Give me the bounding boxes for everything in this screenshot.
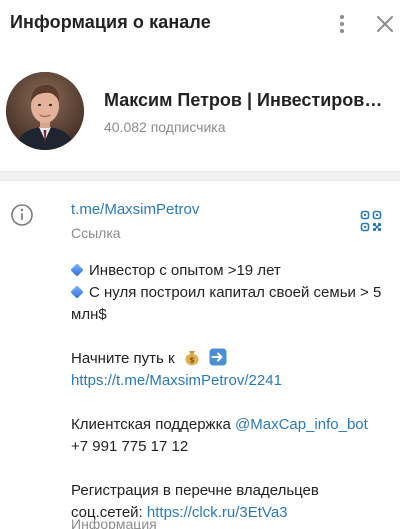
channel-name: Максим Петров | Инвестиров…	[104, 90, 383, 110]
desc-line: Начните путь к $	[71, 348, 391, 370]
desc-line-2-text: С нуля построил капитал своей семьи > 5 …	[71, 284, 382, 323]
channel-description: Инвестор с опытом >19 лет С нуля построи…	[70, 260, 391, 524]
link-label: Ссылка	[71, 225, 121, 241]
phone-number: +7 991 775 17 12	[71, 438, 189, 455]
right-arrow-icon	[209, 348, 227, 366]
desc-line: Инвестор с опытом >19 лет	[70, 260, 391, 282]
desc-line-1-text: Инвестор с опытом >19 лет	[89, 262, 281, 279]
channel-profile: Максим Петров | Инвестиров… 40.082 подпи…	[0, 60, 400, 164]
description-label: Информация	[71, 516, 157, 529]
desc-line: Клиентская поддержка @MaxCap_info_bot	[71, 414, 391, 436]
channel-avatar[interactable]	[6, 72, 84, 150]
more-vertical-icon[interactable]	[330, 12, 354, 36]
dialog-title: Информация о канале	[10, 12, 211, 32]
start-text: Начните путь к	[71, 350, 175, 367]
info-icon	[10, 203, 34, 227]
dialog-header: Информация о канале	[0, 0, 400, 48]
qr-code-icon[interactable]	[360, 210, 382, 232]
blue-diamond-icon	[70, 285, 84, 299]
support-text: Клиентская поддержка	[71, 416, 231, 433]
start-link[interactable]: https://t.me/MaxsimPetrov/2241	[71, 372, 282, 389]
blue-diamond-icon	[70, 263, 84, 277]
support-bot-link[interactable]: @MaxCap_info_bot	[235, 416, 368, 433]
subscriber-count: 40.082 подписчика	[104, 119, 226, 135]
close-icon[interactable]	[373, 12, 397, 36]
registration-link[interactable]: https://clck.ru/3EtVa3	[147, 504, 288, 521]
money-bag-icon: $	[183, 348, 201, 366]
channel-link[interactable]: t.me/MaxsimPetrov	[71, 201, 199, 218]
svg-text:$: $	[189, 355, 194, 364]
section-divider	[0, 171, 400, 181]
desc-line: С нуля построил капитал своей семьи > 5 …	[70, 282, 391, 326]
